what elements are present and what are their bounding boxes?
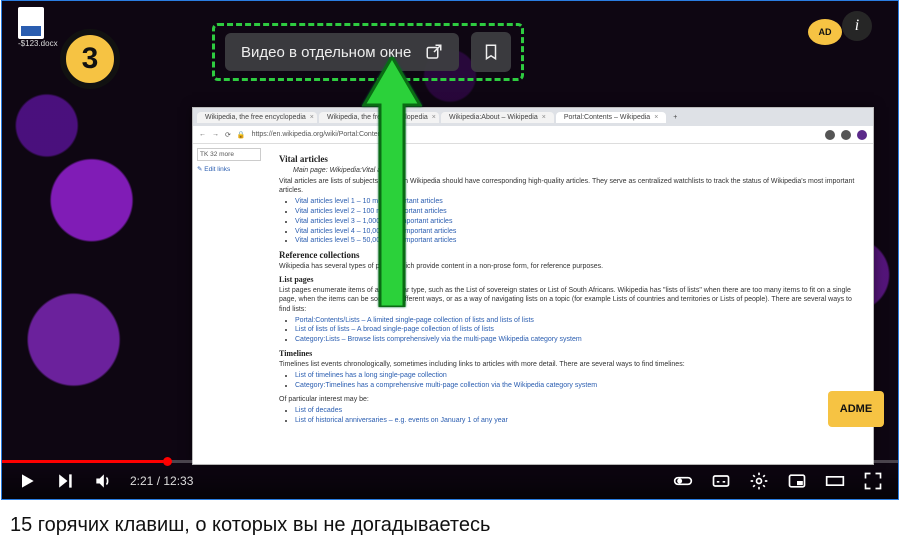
extension-icon[interactable] (857, 130, 867, 140)
video-player[interactable]: -$123.docx 3 AD i Видео в отдельном окне (2, 1, 898, 499)
adme-watermark: ADME (828, 391, 884, 427)
close-icon[interactable]: × (654, 114, 658, 121)
sidebar-box: TK 32 more (197, 148, 261, 161)
close-icon[interactable]: × (432, 114, 436, 121)
extension-icon[interactable] (825, 130, 835, 140)
url-text[interactable]: https://en.wikipedia.org/wiki/Portal:Con… (252, 131, 819, 138)
extension-icon[interactable] (841, 130, 851, 140)
nav-forward-icon[interactable]: → (212, 131, 219, 138)
tab-strip: Wikipedia, the free encyclopedia× Wikipe… (193, 108, 873, 126)
external-window-icon (425, 43, 443, 61)
miniplayer-button[interactable] (786, 470, 808, 492)
close-icon[interactable]: × (310, 114, 314, 121)
next-button[interactable] (54, 470, 76, 492)
tab[interactable]: Wikipedia, the free encyclopedia× (197, 112, 317, 123)
video-title[interactable]: 15 горячих клавиш, о которых вы не догад… (0, 500, 900, 537)
extension-icons (825, 130, 867, 140)
picture-in-picture-button[interactable]: Видео в отдельном окне (225, 33, 459, 71)
address-bar[interactable]: ← → ⟳ 🔒 https://en.wikipedia.org/wiki/Po… (193, 126, 873, 144)
desktop-filename: -$123.docx (18, 39, 58, 48)
step-number-badge: 3 (60, 29, 120, 89)
volume-button[interactable] (92, 470, 114, 492)
wiki-sidebar: TK 32 more ✎ Edit links (193, 144, 265, 464)
docx-icon (18, 7, 44, 39)
annotation-arrow (362, 57, 422, 312)
wiki-content: Vital articles Main page: Wikipedia:Vita… (265, 144, 873, 464)
tab[interactable]: Wikipedia:About – Wikipedia× (441, 112, 554, 123)
fullscreen-button[interactable] (862, 470, 884, 492)
bookmark-button[interactable] (471, 32, 511, 72)
heading-timelines: Timelines (279, 349, 859, 358)
channel-logo: AD (808, 19, 842, 45)
player-controls: 2:21 / 12:33 (2, 463, 898, 499)
autoplay-toggle[interactable] (672, 470, 694, 492)
captions-button[interactable] (710, 470, 732, 492)
info-card-icon[interactable]: i (842, 11, 872, 41)
lock-icon: 🔒 (237, 131, 246, 139)
new-tab-button[interactable]: + (668, 114, 682, 121)
sidebar-edit-links[interactable]: ✎ Edit links (197, 165, 261, 173)
reload-icon[interactable]: ⟳ (225, 131, 231, 139)
bookmark-icon (482, 42, 500, 62)
desktop-file: -$123.docx (18, 7, 58, 48)
theater-button[interactable] (824, 470, 846, 492)
play-button[interactable] (16, 470, 38, 492)
close-icon[interactable]: × (542, 114, 546, 121)
settings-button[interactable] (748, 470, 770, 492)
nav-back-icon[interactable]: ← (199, 131, 206, 138)
browser-window: Wikipedia, the free encyclopedia× Wikipe… (192, 107, 874, 465)
time-display: 2:21 / 12:33 (130, 474, 193, 488)
tab-active[interactable]: Portal:Contents – Wikipedia× (556, 112, 666, 123)
